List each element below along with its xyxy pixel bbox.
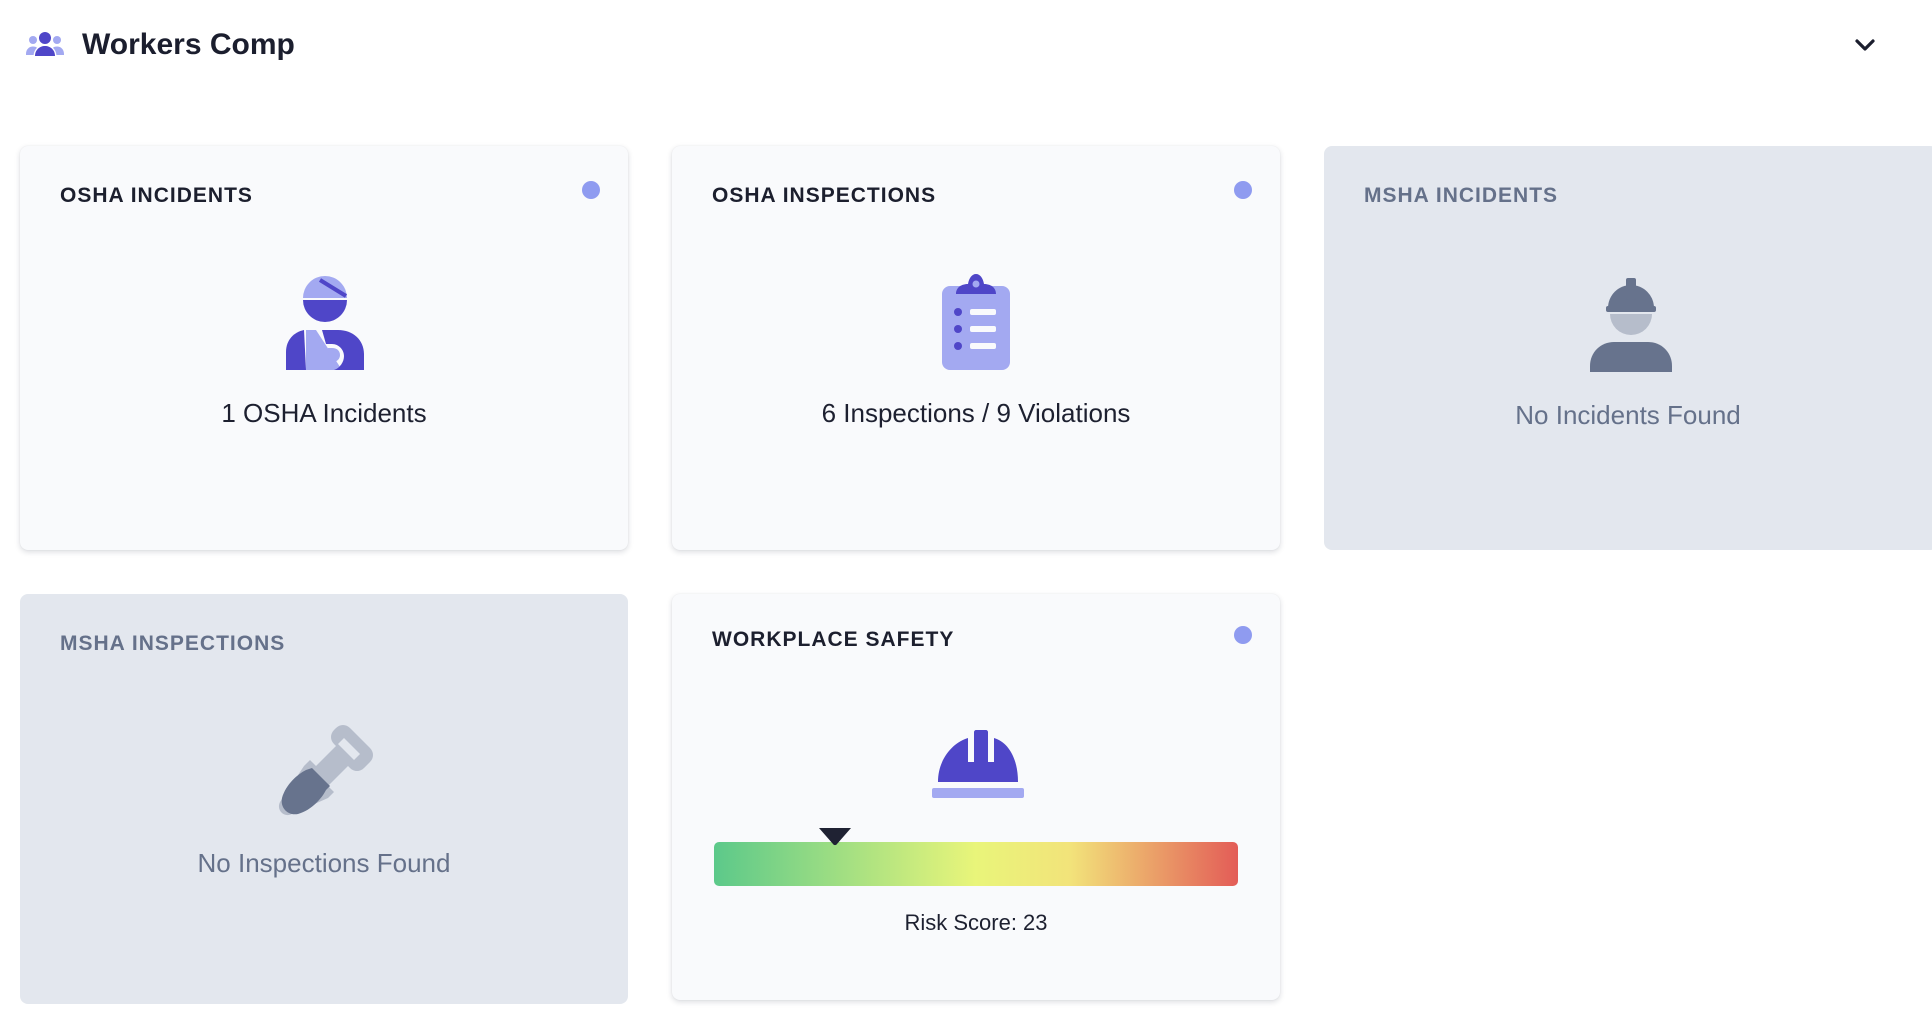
page-title: Workers Comp <box>82 28 295 61</box>
card-title: MSHA INSPECTIONS <box>60 632 286 655</box>
status-dot <box>1234 626 1252 644</box>
card-title: WORKPLACE SAFETY <box>712 628 955 651</box>
risk-gauge-bar <box>714 842 1238 886</box>
empty-state-text: No Inspections Found <box>197 848 451 878</box>
card-title: OSHA INSPECTIONS <box>712 184 937 207</box>
card-title: OSHA INCIDENTS <box>60 184 253 207</box>
incident-count-text: 1 OSHA Incidents <box>221 398 427 428</box>
section-header[interactable]: Workers Comp <box>0 0 1932 92</box>
osha-incidents-card[interactable]: OSHA INCIDENTS 1 OSHA Incidents <box>20 146 628 550</box>
inspection-summary-text: 6 Inspections / 9 Violations <box>821 398 1131 428</box>
clipboard-list-icon <box>942 274 1010 370</box>
card-title: MSHA INCIDENTS <box>1364 184 1559 207</box>
osha-inspections-card[interactable]: OSHA INSPECTIONS 6 Inspections / 9 Viola… <box>672 146 1280 550</box>
status-dot <box>1234 181 1252 199</box>
injured-worker-icon <box>286 276 364 370</box>
hard-hat-icon <box>932 730 1024 798</box>
workplace-safety-card[interactable]: WORKPLACE SAFETY Risk Score: 23 <box>672 594 1280 1000</box>
shovel-icon <box>278 725 373 816</box>
users-icon <box>26 32 64 56</box>
chevron-down-icon[interactable] <box>1850 30 1880 60</box>
msha-incidents-card[interactable]: MSHA INCIDENTS No Incidents Found <box>1324 146 1932 550</box>
risk-score-label: Risk Score: 23 <box>904 910 1048 935</box>
risk-marker-icon <box>818 828 851 846</box>
empty-state-text: No Incidents Found <box>1515 400 1741 430</box>
hard-hat-worker-icon <box>1590 278 1672 372</box>
msha-inspections-card[interactable]: MSHA INSPECTIONS No Inspections Found <box>20 594 628 1004</box>
status-dot <box>582 181 600 199</box>
